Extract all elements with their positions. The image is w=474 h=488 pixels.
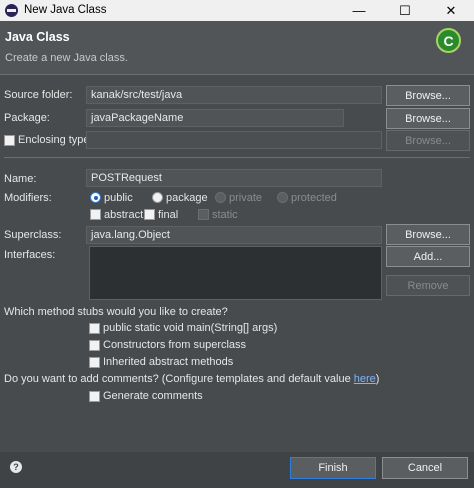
wizard-title: Java Class [5, 30, 70, 44]
close-button[interactable]: ✕ [428, 0, 474, 21]
enclosing-type-checkbox[interactable] [4, 135, 15, 146]
help-icon[interactable]: ? [10, 461, 22, 473]
radio-public[interactable] [90, 192, 101, 203]
comments-question: Do you want to add comments? (Configure … [4, 373, 379, 385]
main-method-checkbox[interactable] [89, 323, 100, 334]
java-class-icon: C [436, 28, 461, 53]
enclosing-type-label: Enclosing type: [18, 134, 93, 146]
package-input[interactable]: javaPackageName [86, 109, 344, 127]
enclosing-type-browse-button[interactable]: Browse... [386, 130, 470, 151]
interfaces-list[interactable] [89, 246, 382, 300]
final-checkbox[interactable] [144, 209, 155, 220]
radio-public-label: public [104, 192, 133, 204]
cancel-button[interactable]: Cancel [382, 457, 468, 479]
interfaces-remove-button[interactable]: Remove [386, 275, 470, 296]
source-folder-label: Source folder: [4, 89, 73, 101]
constructors-label: Constructors from superclass [103, 339, 247, 351]
package-browse-button[interactable]: Browse... [386, 108, 470, 129]
maximize-button[interactable]: ☐ [382, 0, 428, 21]
generate-comments-label: Generate comments [103, 390, 203, 402]
static-checkbox[interactable] [198, 209, 209, 220]
abstract-label: abstract [104, 209, 144, 221]
radio-private-label: private [229, 192, 263, 204]
comments-question-end: ) [375, 373, 380, 385]
interfaces-add-button[interactable]: Add... [386, 246, 470, 267]
main-method-label: public static void main(String[] args) [103, 322, 278, 334]
generate-comments-checkbox[interactable] [89, 391, 100, 402]
wizard-header: Java Class Create a new Java class. [0, 21, 474, 74]
source-folder-browse-button[interactable]: Browse... [386, 85, 470, 106]
name-label: Name: [4, 173, 37, 185]
inherited-methods-checkbox[interactable] [89, 357, 100, 368]
enclosing-type-input[interactable] [86, 131, 382, 149]
package-label: Package: [4, 112, 50, 124]
wizard-description: Create a new Java class. [5, 52, 128, 64]
constructors-checkbox[interactable] [89, 340, 100, 351]
minimize-button[interactable]: — [336, 0, 382, 21]
class-name-input[interactable]: POSTRequest [86, 169, 382, 187]
method-stubs-question: Which method stubs would you like to cre… [4, 306, 228, 318]
modifiers-label: Modifiers: [4, 192, 52, 204]
inherited-methods-label: Inherited abstract methods [103, 356, 234, 368]
radio-protected-label: protected [291, 192, 337, 204]
superclass-label: Superclass: [4, 229, 62, 241]
comments-question-text: Do you want to add comments? (Configure … [4, 373, 354, 385]
static-label: static [212, 209, 238, 221]
header-separator [0, 74, 474, 75]
section-separator [4, 157, 470, 158]
title-bar: New Java Class — ☐ ✕ [0, 0, 474, 21]
radio-package-label: package [166, 192, 208, 204]
eclipse-icon [5, 4, 18, 17]
radio-protected[interactable] [277, 192, 288, 203]
radio-package[interactable] [152, 192, 163, 203]
superclass-browse-button[interactable]: Browse... [386, 224, 470, 245]
radio-private[interactable] [215, 192, 226, 203]
finish-button[interactable]: Finish [290, 457, 376, 479]
final-label: final [158, 209, 179, 221]
templates-link[interactable]: here [354, 373, 376, 385]
superclass-input[interactable]: java.lang.Object [86, 226, 382, 244]
window-title: New Java Class [24, 4, 107, 16]
source-folder-input[interactable]: kanak/src/test/java [86, 86, 382, 104]
interfaces-label: Interfaces: [4, 249, 56, 261]
abstract-checkbox[interactable] [90, 209, 101, 220]
